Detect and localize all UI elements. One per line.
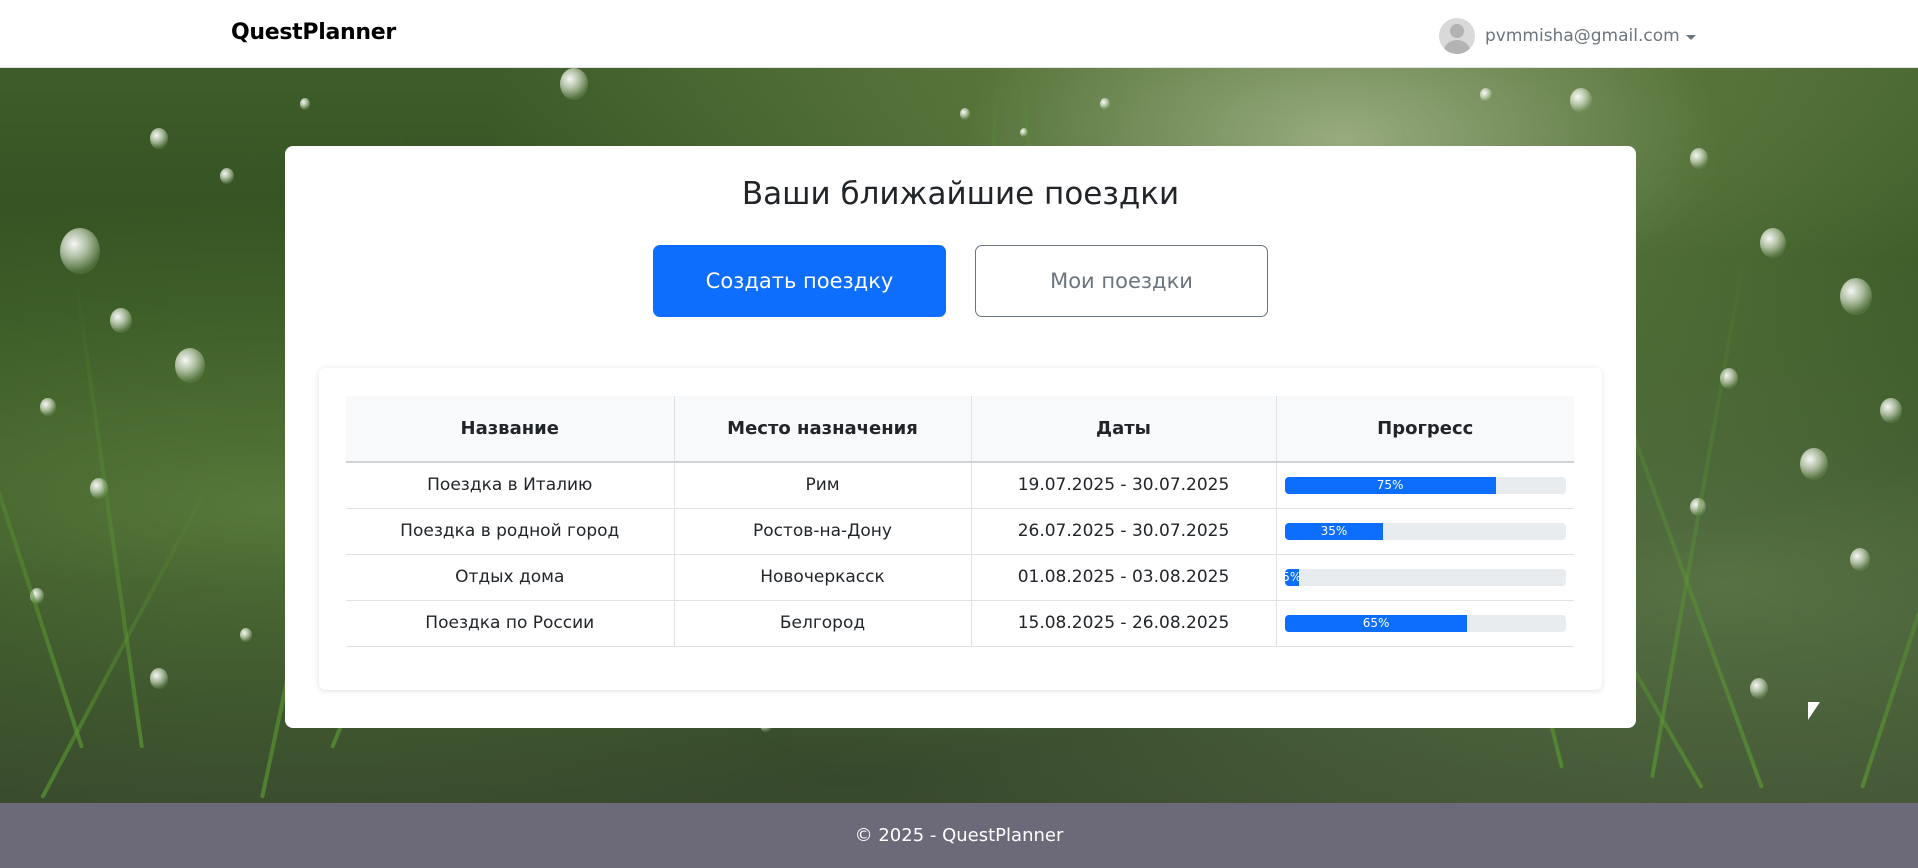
brand-logo-link[interactable]: QuestPlanner bbox=[231, 20, 396, 45]
dew-drop-decoration bbox=[1840, 278, 1872, 315]
dew-drop-decoration bbox=[175, 348, 205, 383]
trip-name-cell: Поездка по России bbox=[346, 600, 674, 647]
trip-name-cell: Поездка в Италию bbox=[346, 462, 674, 509]
grass-blade-decoration bbox=[1650, 226, 1752, 779]
trip-dates-cell: 19.07.2025 - 30.07.2025 bbox=[970, 462, 1276, 509]
table-row[interactable]: Поездка в Италию Рим 19.07.2025 - 30.07.… bbox=[346, 462, 1574, 509]
progress-bar-track: 65% bbox=[1284, 614, 1566, 632]
dew-drop-decoration bbox=[1690, 148, 1708, 169]
grass-blade-decoration bbox=[40, 461, 223, 799]
dew-drop-decoration bbox=[240, 628, 252, 642]
dew-drop-decoration bbox=[1100, 98, 1110, 110]
progress-bar-fill: 65% bbox=[1284, 614, 1468, 632]
dew-drop-decoration bbox=[1800, 448, 1828, 481]
trip-dates-cell: 01.08.2025 - 03.08.2025 bbox=[970, 554, 1276, 601]
column-header-destination: Место назначения bbox=[673, 396, 971, 463]
trip-destination-cell: Новочеркасск bbox=[673, 554, 971, 601]
dew-drop-decoration bbox=[1570, 88, 1592, 114]
dew-drop-decoration bbox=[220, 168, 234, 185]
mouse-cursor-icon bbox=[1806, 700, 1820, 722]
dew-drop-decoration bbox=[300, 98, 310, 110]
dew-drop-decoration bbox=[150, 128, 168, 149]
trip-destination-cell: Белгород bbox=[673, 600, 971, 647]
trip-progress-cell: 35% bbox=[1275, 508, 1574, 555]
trip-destination-cell: Ростов-на-Дону bbox=[673, 508, 971, 555]
dew-drop-decoration bbox=[1850, 548, 1870, 571]
dew-drop-decoration bbox=[150, 668, 168, 689]
caret-down-icon bbox=[1685, 34, 1696, 40]
trip-name-cell: Отдых дома bbox=[346, 554, 674, 601]
user-avatar-icon bbox=[1439, 18, 1475, 54]
footer-copyright: © 2025 - QuestPlanner bbox=[854, 825, 1064, 846]
navbar: QuestPlanner pvmmisha@gmail.com bbox=[0, 0, 1918, 68]
my-trips-button[interactable]: Мои поездки bbox=[975, 245, 1268, 317]
trip-progress-cell: 65% bbox=[1275, 600, 1574, 647]
progress-bar-fill: 75% bbox=[1284, 476, 1496, 494]
progress-bar-track: 5% bbox=[1284, 568, 1566, 586]
dew-drop-decoration bbox=[1880, 398, 1902, 424]
dew-drop-decoration bbox=[1760, 228, 1786, 258]
footer: © 2025 - QuestPlanner bbox=[0, 803, 1918, 868]
create-trip-button[interactable]: Создать поездку bbox=[653, 245, 946, 317]
dew-drop-decoration bbox=[60, 228, 100, 274]
dew-drop-decoration bbox=[560, 68, 588, 101]
dew-drop-decoration bbox=[110, 308, 132, 334]
dew-drop-decoration bbox=[1750, 678, 1768, 699]
trip-dates-cell: 15.08.2025 - 26.08.2025 bbox=[970, 600, 1276, 647]
dew-drop-decoration bbox=[40, 398, 56, 417]
progress-bar-fill: 5% bbox=[1284, 568, 1302, 586]
column-header-dates: Даты bbox=[970, 396, 1276, 463]
column-header-progress: Прогресс bbox=[1275, 396, 1574, 463]
trips-table: Название Место назначения Даты Прогресс … bbox=[346, 396, 1574, 647]
grass-blade-decoration bbox=[1860, 311, 1918, 789]
trips-card: Ваши ближайшие поездки Создать поездку М… bbox=[285, 146, 1636, 728]
trip-progress-cell: 75% bbox=[1275, 462, 1574, 509]
trips-table-container: Название Место назначения Даты Прогресс … bbox=[319, 368, 1602, 690]
trip-destination-cell: Рим bbox=[673, 462, 971, 509]
progress-bar-fill: 35% bbox=[1284, 522, 1384, 540]
table-row[interactable]: Отдых дома Новочеркасск 01.08.2025 - 03.… bbox=[346, 554, 1574, 601]
dew-drop-decoration bbox=[1480, 88, 1492, 102]
dew-drop-decoration bbox=[960, 108, 970, 120]
grass-blade-decoration bbox=[0, 214, 84, 749]
user-email: pvmmisha@gmail.com bbox=[1485, 26, 1680, 46]
column-header-name: Название bbox=[346, 396, 674, 463]
progress-bar-track: 35% bbox=[1284, 522, 1566, 540]
trip-progress-cell: 5% bbox=[1275, 554, 1574, 601]
table-row[interactable]: Поездка по России Белгород 15.08.2025 - … bbox=[346, 600, 1574, 647]
user-menu-dropdown[interactable]: pvmmisha@gmail.com bbox=[1439, 17, 1696, 55]
trip-dates-cell: 26.07.2025 - 30.07.2025 bbox=[970, 508, 1276, 555]
table-header-row: Название Место назначения Даты Прогресс bbox=[346, 396, 1574, 463]
page-title: Ваши ближайшие поездки bbox=[741, 176, 1180, 212]
table-row[interactable]: Поездка в родной город Ростов-на-Дону 26… bbox=[346, 508, 1574, 555]
progress-bar-track: 75% bbox=[1284, 476, 1566, 494]
trip-name-cell: Поездка в родной город bbox=[346, 508, 674, 555]
